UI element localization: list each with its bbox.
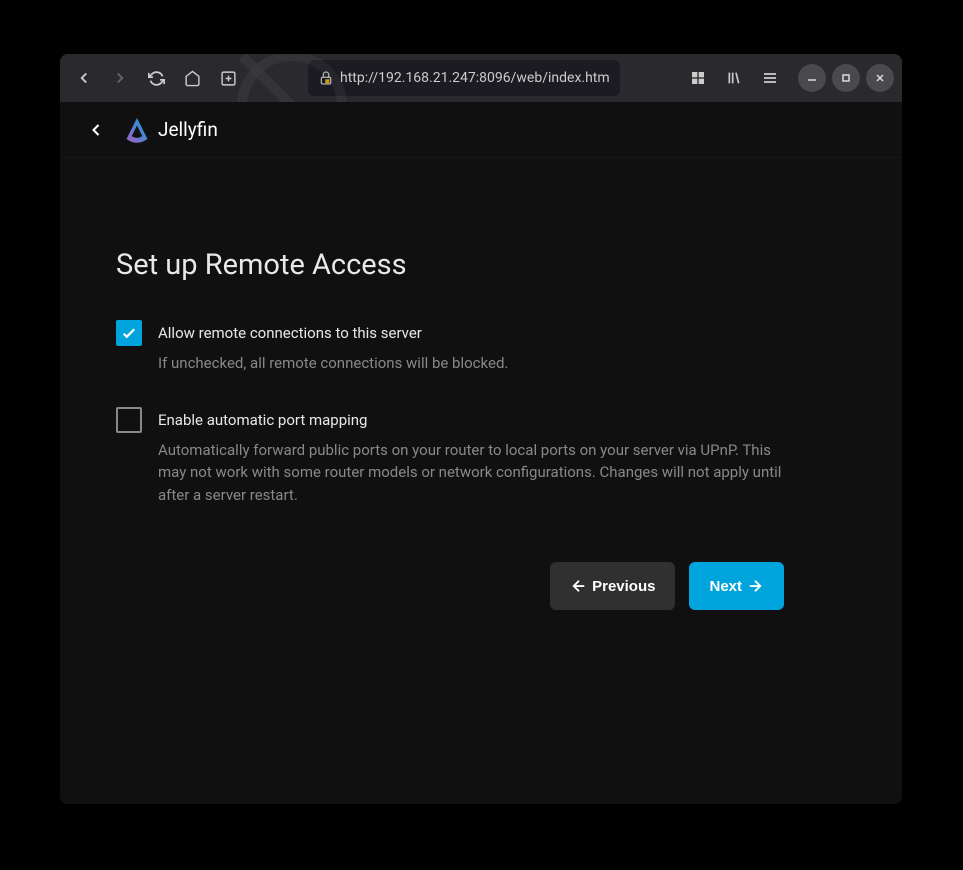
menu-icon[interactable] <box>754 62 786 94</box>
forward-button[interactable] <box>104 62 136 94</box>
auto-port-group: Enable automatic port mapping Automatica… <box>116 407 784 507</box>
next-button-label: Next <box>709 578 742 595</box>
back-button[interactable] <box>68 62 100 94</box>
reload-button[interactable] <box>140 62 172 94</box>
allow-remote-group: Allow remote connections to this server … <box>116 320 784 375</box>
allow-remote-checkbox[interactable] <box>116 320 142 346</box>
auto-port-checkbox[interactable] <box>116 407 142 433</box>
allow-remote-description: If unchecked, all remote connections wil… <box>158 352 784 375</box>
previous-button[interactable]: Previous <box>550 562 675 610</box>
auto-port-description: Automatically forward public ports on yo… <box>158 439 784 507</box>
jellyfin-logo-icon <box>122 115 152 145</box>
url-text: http://192.168.21.247:8096/web/index.htm <box>340 70 610 86</box>
next-button[interactable]: Next <box>689 562 784 610</box>
app-back-button[interactable] <box>76 110 116 150</box>
arrow-right-icon <box>746 577 764 595</box>
auto-port-label: Enable automatic port mapping <box>158 411 367 429</box>
page-title: Set up Remote Access <box>116 248 784 282</box>
allow-remote-label: Allow remote connections to this server <box>158 324 422 342</box>
browser-toolbar: http://192.168.21.247:8096/web/index.htm <box>60 54 902 102</box>
page-content: Set up Remote Access Allow remote connec… <box>60 158 840 610</box>
minimize-button[interactable] <box>798 64 826 92</box>
window-controls <box>798 64 894 92</box>
browser-window: http://192.168.21.247:8096/web/index.htm <box>60 54 902 804</box>
close-button[interactable] <box>866 64 894 92</box>
button-row: Previous Next <box>116 562 784 610</box>
library-icon[interactable] <box>718 62 750 94</box>
app-content: Jellyfin Set up Remote Access Allow remo… <box>60 102 902 804</box>
previous-button-label: Previous <box>592 578 655 595</box>
jellyfin-logo[interactable]: Jellyfin <box>122 115 218 145</box>
jellyfin-brand-text: Jellyfin <box>158 118 218 141</box>
app-header: Jellyfin <box>60 102 902 158</box>
arrow-left-icon <box>570 577 588 595</box>
home-button[interactable] <box>176 62 208 94</box>
maximize-button[interactable] <box>832 64 860 92</box>
apps-icon[interactable] <box>682 62 714 94</box>
